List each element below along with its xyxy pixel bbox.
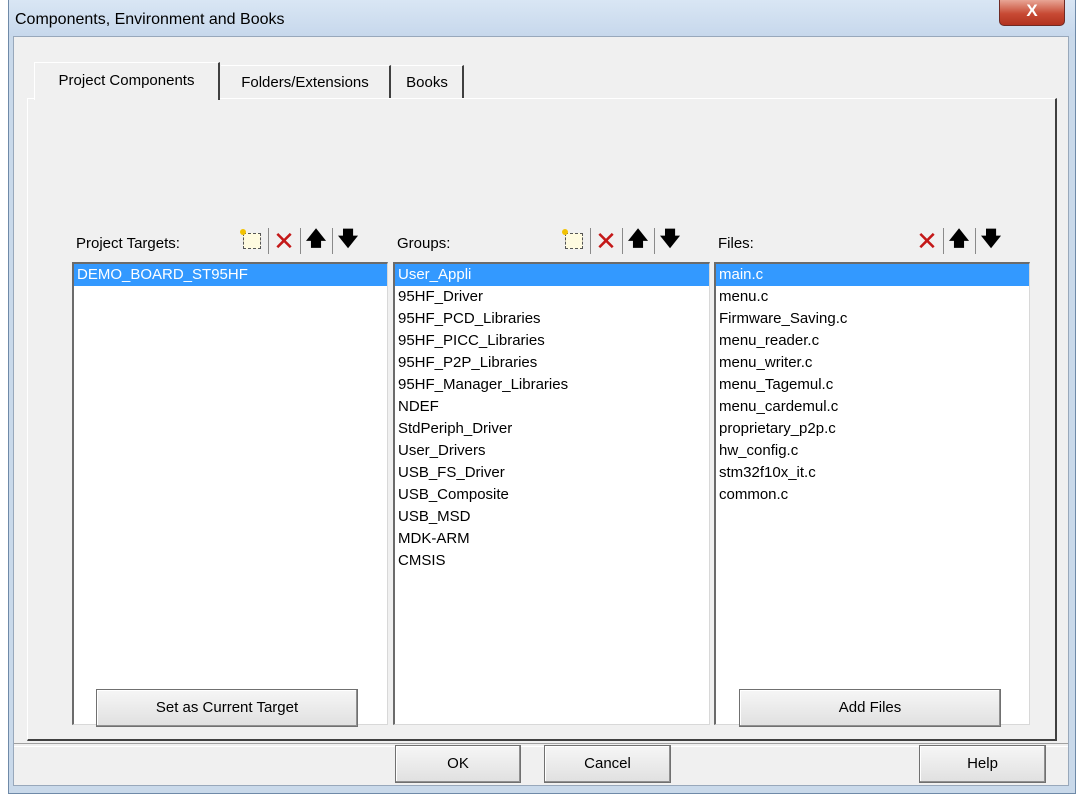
set-current-target-button[interactable]: Set as Current Target	[96, 689, 358, 727]
new-item-icon	[562, 229, 583, 249]
list-item[interactable]: User_Appli	[395, 264, 709, 286]
project-targets-label: Project Targets:	[76, 235, 180, 252]
dialog-window: Components, Environment and Books X Proj…	[8, 0, 1076, 794]
window-title: Components, Environment and Books	[15, 11, 285, 28]
delete-icon: ✕	[916, 225, 938, 256]
arrow-up-icon: 🡅	[627, 228, 649, 250]
targets-move-up-button[interactable]: 🡅	[301, 227, 331, 255]
arrow-up-icon: 🡅	[305, 228, 327, 250]
tab-panel: Project Targets: ✕ 🡅 🡇 DEMO_BOARD_ST95HF…	[27, 98, 1057, 741]
groups-move-down-button[interactable]: 🡇	[655, 227, 685, 255]
files-list[interactable]: main.c menu.c Firmware_Saving.c menu_reader…	[714, 262, 1030, 725]
delete-icon: ✕	[273, 225, 295, 256]
arrow-down-icon: 🡇	[337, 228, 359, 250]
files-delete-button[interactable]: ✕	[912, 225, 942, 256]
targets-delete-button[interactable]: ✕	[269, 225, 299, 256]
tab-project-components[interactable]: Project Components	[34, 62, 220, 100]
tab-books[interactable]: Books	[392, 65, 464, 98]
list-item[interactable]: User_Drivers	[395, 440, 709, 462]
list-item[interactable]: menu_reader.c	[716, 330, 1029, 352]
arrow-down-icon: 🡇	[980, 228, 1002, 250]
list-item[interactable]: 95HF_PICC_Libraries	[395, 330, 709, 352]
files-move-down-button[interactable]: 🡇	[976, 227, 1006, 255]
groups-list[interactable]: User_Appli 95HF_Driver 95HF_PCD_Libraries 9…	[393, 262, 710, 725]
tab-folders-extensions[interactable]: Folders/Extensions	[221, 65, 391, 98]
cancel-button[interactable]: Cancel	[544, 745, 671, 783]
targets-new-button[interactable]	[237, 227, 267, 255]
title-bar: Components, Environment and Books X	[9, 0, 1075, 36]
list-item[interactable]: USB_MSD	[395, 506, 709, 528]
list-item[interactable]: stm32f10x_it.c	[716, 462, 1029, 484]
close-button[interactable]: X	[999, 0, 1065, 26]
list-item[interactable]: menu.c	[716, 286, 1029, 308]
list-item[interactable]: proprietary_p2p.c	[716, 418, 1029, 440]
arrow-up-icon: 🡅	[948, 228, 970, 250]
files-label: Files:	[718, 235, 754, 252]
add-files-button[interactable]: Add Files	[739, 689, 1001, 727]
list-item[interactable]: 95HF_Manager_Libraries	[395, 374, 709, 396]
list-item[interactable]: DEMO_BOARD_ST95HF	[74, 264, 387, 286]
new-item-icon	[240, 229, 261, 249]
list-item[interactable]: StdPeriph_Driver	[395, 418, 709, 440]
groups-label: Groups:	[397, 235, 451, 252]
groups-new-button[interactable]	[559, 227, 589, 255]
list-item[interactable]: USB_Composite	[395, 484, 709, 506]
groups-delete-button[interactable]: ✕	[591, 225, 621, 256]
list-item[interactable]: menu_Tagemul.c	[716, 374, 1029, 396]
list-item[interactable]: USB_FS_Driver	[395, 462, 709, 484]
list-item[interactable]: NDEF	[395, 396, 709, 418]
list-item[interactable]: CMSIS	[395, 550, 709, 572]
dialog-client-area: Project Components Folders/Extensions Bo…	[13, 36, 1069, 786]
list-item[interactable]: MDK-ARM	[395, 528, 709, 550]
help-button[interactable]: Help	[919, 745, 1046, 783]
targets-move-down-button[interactable]: 🡇	[333, 227, 363, 255]
list-item[interactable]: Firmware_Saving.c	[716, 308, 1029, 330]
project-targets-list[interactable]: DEMO_BOARD_ST95HF	[72, 262, 388, 725]
list-item[interactable]: 95HF_Driver	[395, 286, 709, 308]
list-item[interactable]: main.c	[716, 264, 1029, 286]
list-item[interactable]: hw_config.c	[716, 440, 1029, 462]
ok-button[interactable]: OK	[395, 745, 521, 783]
close-icon: X	[1026, 1, 1038, 20]
arrow-down-icon: 🡇	[659, 228, 681, 250]
list-item[interactable]: menu_writer.c	[716, 352, 1029, 374]
list-item[interactable]: 95HF_P2P_Libraries	[395, 352, 709, 374]
groups-move-up-button[interactable]: 🡅	[623, 227, 653, 255]
list-item[interactable]: 95HF_PCD_Libraries	[395, 308, 709, 330]
files-move-up-button[interactable]: 🡅	[944, 227, 974, 255]
button-bar-separator	[14, 743, 1068, 747]
list-item[interactable]: menu_cardemul.c	[716, 396, 1029, 418]
delete-icon: ✕	[595, 225, 617, 256]
list-item[interactable]: common.c	[716, 484, 1029, 506]
